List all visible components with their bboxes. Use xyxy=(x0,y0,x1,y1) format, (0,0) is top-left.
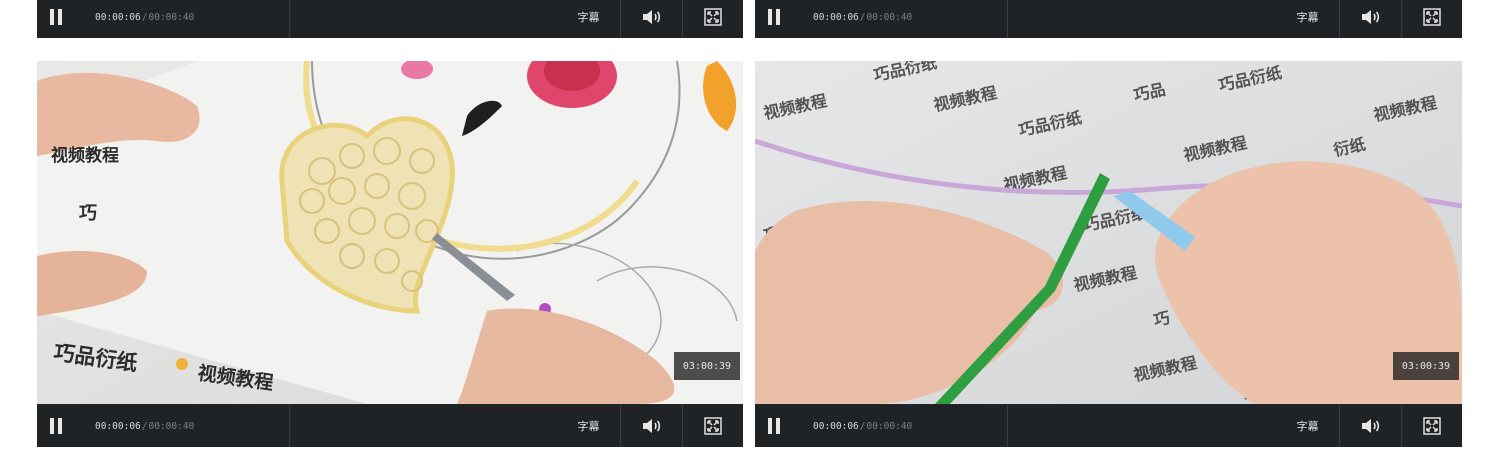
video-player-bottom-right[interactable]: 视频教程 巧品衍纸 视频教程 巧品衍纸 巧品 巧品衍纸 视频教程 视频教程 视频… xyxy=(755,61,1462,447)
subtitle-button[interactable]: 字幕 xyxy=(1276,405,1340,447)
time-separator: / xyxy=(859,420,866,432)
subtitle-button[interactable]: 字幕 xyxy=(1276,0,1340,38)
control-bar: 00:00:06 / 00:00:40 字幕 xyxy=(37,0,743,38)
video-grid: 00:00:06 / 00:00:40 字幕 00:00:06 / 00:00:… xyxy=(0,0,1500,472)
duration-badge: 03:00:39 xyxy=(1393,352,1459,380)
speaker-icon xyxy=(1361,10,1379,24)
svg-text:视频教程: 视频教程 xyxy=(51,145,119,166)
volume-button[interactable] xyxy=(1340,405,1402,447)
video-scene-quilling-heart: 视频教程 巧 巧品衍纸 视频教程 xyxy=(37,61,743,404)
pause-button[interactable] xyxy=(37,405,75,447)
fullscreen-button[interactable] xyxy=(683,405,743,447)
current-time: 00:00:06 xyxy=(95,11,141,23)
pause-button[interactable] xyxy=(37,0,75,38)
video-scene-paper-strips: 视频教程 巧品衍纸 视频教程 巧品衍纸 巧品 巧品衍纸 视频教程 视频教程 视频… xyxy=(755,61,1462,404)
subtitle-button[interactable]: 字幕 xyxy=(557,0,621,38)
volume-button[interactable] xyxy=(621,0,683,38)
duration-badge: 03:00:39 xyxy=(674,352,740,380)
video-frame[interactable]: 视频教程 巧 巧品衍纸 视频教程 xyxy=(37,61,743,404)
subtitle-button[interactable]: 字幕 xyxy=(557,405,621,447)
duration: 00:00:40 xyxy=(148,420,195,432)
pause-icon xyxy=(50,9,54,25)
time-display: 00:00:06 / 00:00:40 xyxy=(75,405,290,447)
speaker-icon xyxy=(1361,419,1379,433)
time-display: 00:00:06 / 00:00:40 xyxy=(793,0,1008,38)
fullscreen-icon xyxy=(1423,417,1441,435)
control-bar: 00:00:06 / 00:00:40 字幕 xyxy=(755,405,1462,447)
duration: 00:00:40 xyxy=(866,420,913,432)
control-bar: 00:00:06 / 00:00:40 字幕 xyxy=(755,0,1462,38)
time-separator: / xyxy=(141,420,148,432)
video-frame[interactable]: 视频教程 巧品衍纸 视频教程 巧品衍纸 巧品 巧品衍纸 视频教程 视频教程 视频… xyxy=(755,61,1462,404)
current-time: 00:00:06 xyxy=(95,420,141,432)
fullscreen-icon xyxy=(704,417,722,435)
fullscreen-button[interactable] xyxy=(683,0,743,38)
volume-button[interactable] xyxy=(621,405,683,447)
pause-icon xyxy=(768,9,772,25)
volume-button[interactable] xyxy=(1340,0,1402,38)
duration: 00:00:40 xyxy=(866,11,913,23)
current-time: 00:00:06 xyxy=(813,420,859,432)
current-time: 00:00:06 xyxy=(813,11,859,23)
video-player-top-left[interactable]: 00:00:06 / 00:00:40 字幕 xyxy=(37,0,743,38)
time-separator: / xyxy=(141,11,148,23)
speaker-icon xyxy=(642,10,660,24)
fullscreen-icon xyxy=(704,8,722,26)
fullscreen-button[interactable] xyxy=(1402,0,1462,38)
svg-text:巧: 巧 xyxy=(79,203,97,224)
pause-button[interactable] xyxy=(755,405,793,447)
time-display: 00:00:06 / 00:00:40 xyxy=(75,0,290,38)
pause-icon xyxy=(768,418,772,434)
pause-button[interactable] xyxy=(755,0,793,38)
speaker-icon xyxy=(642,419,660,433)
duration: 00:00:40 xyxy=(148,11,195,23)
fullscreen-button[interactable] xyxy=(1402,405,1462,447)
time-display: 00:00:06 / 00:00:40 xyxy=(793,405,1008,447)
control-bar: 00:00:06 / 00:00:40 字幕 xyxy=(37,405,743,447)
pause-icon xyxy=(50,418,54,434)
time-separator: / xyxy=(859,11,866,23)
video-player-top-right[interactable]: 00:00:06 / 00:00:40 字幕 xyxy=(755,0,1462,38)
fullscreen-icon xyxy=(1423,8,1441,26)
video-player-bottom-left[interactable]: 视频教程 巧 巧品衍纸 视频教程 03:00:39 00:00:06 / 00:… xyxy=(37,61,743,447)
